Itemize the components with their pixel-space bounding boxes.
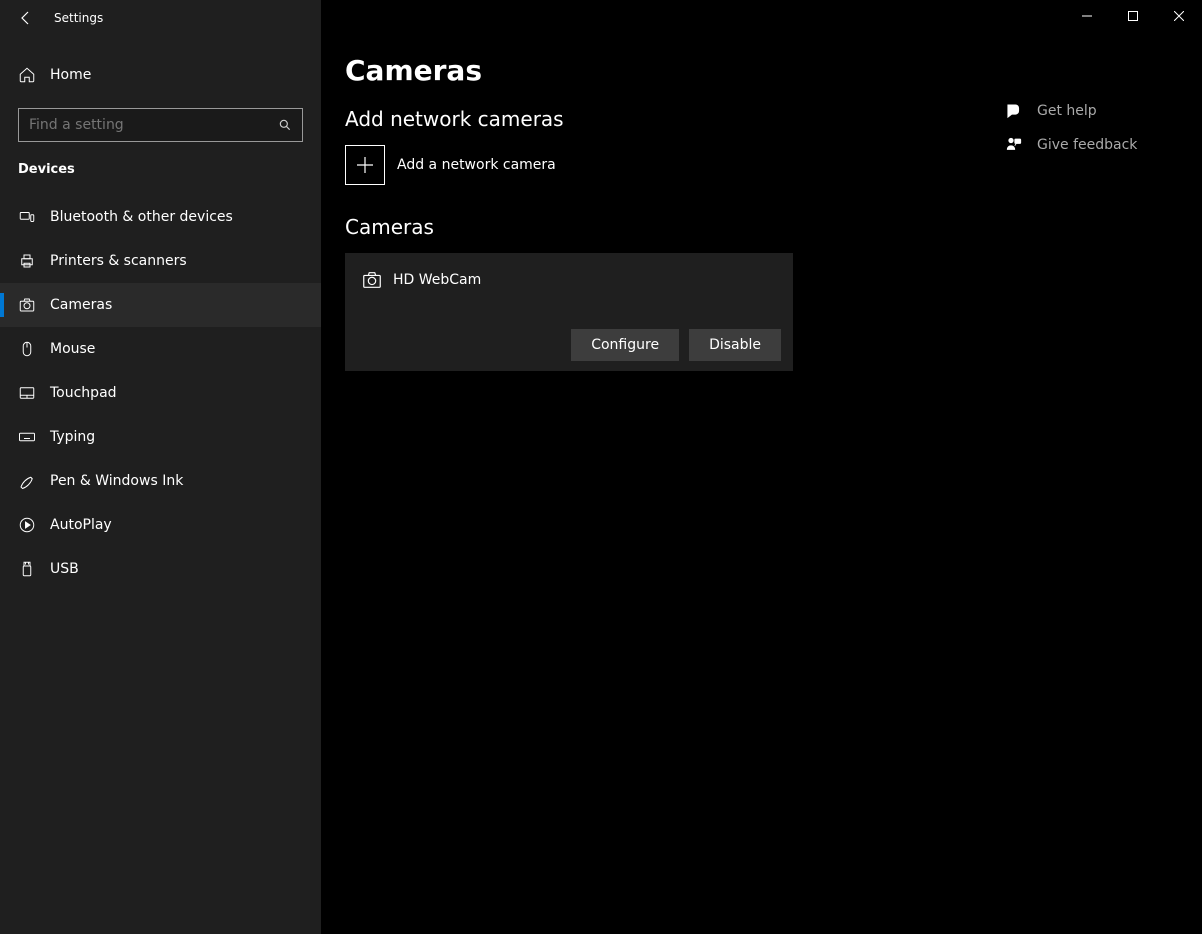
close-icon [1174, 11, 1184, 21]
search-box[interactable] [18, 108, 303, 142]
main-area: Cameras Add network cameras Add a networ… [321, 0, 1202, 934]
nav-label: AutoPlay [50, 517, 112, 533]
mouse-icon [18, 340, 36, 358]
camera-card-header: HD WebCam [357, 269, 781, 291]
nav-item-pen[interactable]: Pen & Windows Ink [0, 459, 321, 503]
usb-icon [18, 560, 36, 578]
get-help-link[interactable]: ? Get help [1005, 102, 1137, 120]
maximize-button[interactable] [1110, 0, 1156, 32]
add-label: Add a network camera [397, 157, 556, 173]
window-controls [1064, 0, 1202, 32]
camera-card[interactable]: HD WebCam Configure Disable [345, 253, 793, 371]
nav-label: Touchpad [50, 385, 117, 401]
search-icon [278, 118, 292, 132]
nav-item-mouse[interactable]: Mouse [0, 327, 321, 371]
nav-item-autoplay[interactable]: AutoPlay [0, 503, 321, 547]
main-column: Cameras Add network cameras Add a networ… [345, 54, 885, 371]
minimize-button[interactable] [1064, 0, 1110, 32]
minimize-icon [1082, 11, 1092, 21]
nav-label: Mouse [50, 341, 95, 357]
pen-icon [18, 472, 36, 490]
search-input[interactable] [29, 117, 278, 133]
help-icon: ? [1005, 102, 1023, 120]
disable-button[interactable]: Disable [689, 329, 781, 361]
cameras-section-heading: Cameras [345, 215, 885, 239]
nav-item-typing[interactable]: Typing [0, 415, 321, 459]
camera-icon [18, 296, 36, 314]
add-network-camera[interactable]: Add a network camera [345, 145, 885, 185]
search-wrap [0, 108, 321, 142]
help-label: Get help [1037, 103, 1097, 119]
svg-text:?: ? [1013, 105, 1017, 113]
nav-item-usb[interactable]: USB [0, 547, 321, 591]
nav-label: Bluetooth & other devices [50, 209, 233, 225]
nav-item-cameras[interactable]: Cameras [0, 283, 321, 327]
titlebar-label: Settings [54, 11, 103, 25]
camera-name: HD WebCam [393, 272, 481, 288]
maximize-icon [1128, 11, 1138, 21]
plus-box [345, 145, 385, 185]
configure-button[interactable]: Configure [571, 329, 679, 361]
feedback-icon [1005, 136, 1023, 154]
autoplay-icon [18, 516, 36, 534]
sidebar: Settings Home Devices Bluetooth & other … [0, 0, 321, 934]
nav-item-bluetooth[interactable]: Bluetooth & other devices [0, 195, 321, 239]
keyboard-icon [18, 428, 36, 446]
nav-item-touchpad[interactable]: Touchpad [0, 371, 321, 415]
right-column: ? Get help Give feedback [1005, 54, 1137, 371]
back-icon[interactable] [18, 10, 34, 26]
page-title: Cameras [345, 54, 885, 87]
nav-list: Bluetooth & other devices Printers & sca… [0, 195, 321, 591]
give-feedback-link[interactable]: Give feedback [1005, 136, 1137, 154]
section-heading: Devices [0, 142, 321, 187]
devices-icon [18, 208, 36, 226]
camera-card-buttons: Configure Disable [357, 329, 781, 361]
home-icon [18, 66, 36, 84]
nav-label: Cameras [50, 297, 112, 313]
nav-label: Pen & Windows Ink [50, 473, 183, 489]
nav-label: USB [50, 561, 79, 577]
printer-icon [18, 252, 36, 270]
plus-icon [355, 155, 375, 175]
content: Cameras Add network cameras Add a networ… [321, 0, 1202, 425]
nav-label: Printers & scanners [50, 253, 187, 269]
touchpad-icon [18, 384, 36, 402]
home-link[interactable]: Home [0, 54, 321, 96]
camera-icon [361, 269, 383, 291]
nav-item-printers[interactable]: Printers & scanners [0, 239, 321, 283]
close-button[interactable] [1156, 0, 1202, 32]
nav-label: Typing [50, 429, 95, 445]
titlebar: Settings [0, 0, 321, 36]
feedback-label: Give feedback [1037, 137, 1137, 153]
home-label: Home [50, 67, 91, 83]
add-section-heading: Add network cameras [345, 107, 885, 131]
